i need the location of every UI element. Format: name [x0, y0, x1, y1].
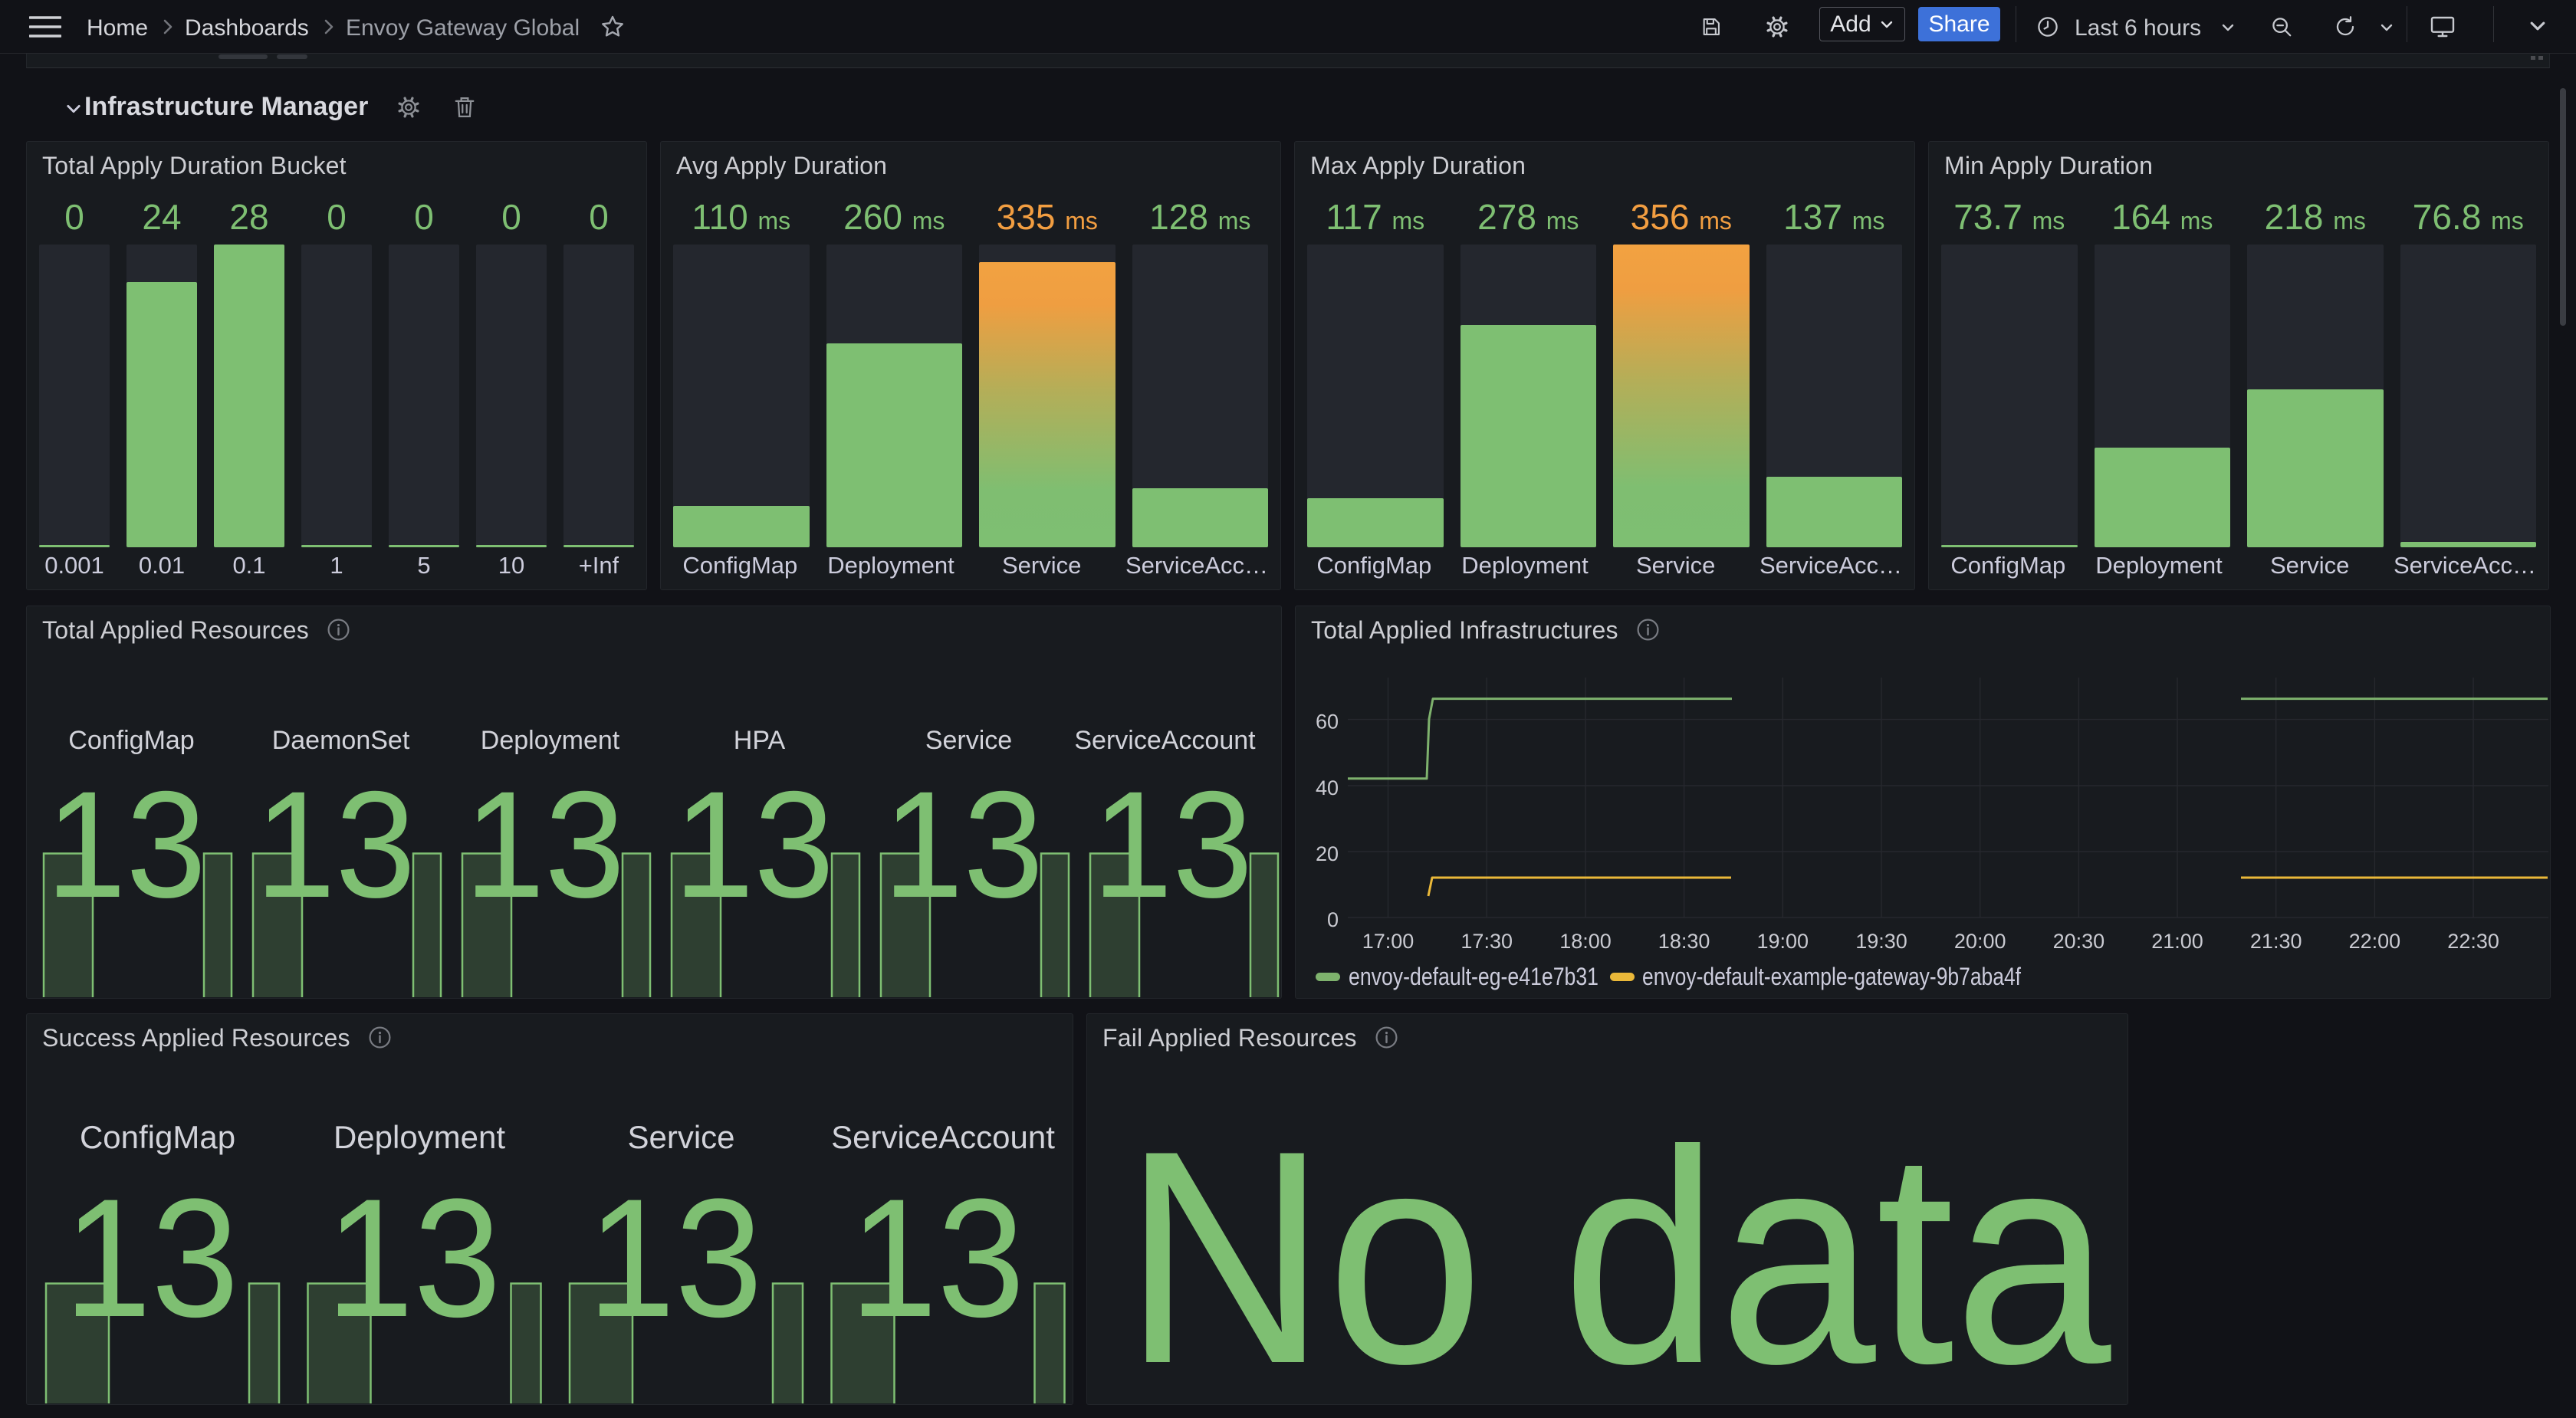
svg-text:22:30: 22:30: [2447, 930, 2499, 953]
svg-text:20:00: 20:00: [1954, 930, 2006, 953]
svg-text:17:30: 17:30: [1460, 930, 1513, 953]
svg-text:18:30: 18:30: [1658, 930, 1710, 953]
svg-text:20: 20: [1316, 842, 1339, 865]
svg-text:envoy-default-example-gateway-: envoy-default-example-gateway-9b7aba4f: [1642, 963, 2021, 990]
svg-text:22:00: 22:00: [2349, 930, 2401, 953]
svg-text:21:00: 21:00: [2151, 930, 2203, 953]
svg-text:20:30: 20:30: [2053, 930, 2105, 953]
svg-text:19:00: 19:00: [1757, 930, 1809, 953]
svg-text:17:00: 17:00: [1362, 930, 1414, 953]
svg-text:0: 0: [1327, 908, 1339, 931]
svg-text:40: 40: [1316, 776, 1339, 799]
svg-text:19:30: 19:30: [1855, 930, 1907, 953]
svg-text:21:30: 21:30: [2250, 930, 2302, 953]
svg-text:envoy-default-eg-e41e7b31: envoy-default-eg-e41e7b31: [1349, 963, 1598, 990]
svg-text:60: 60: [1316, 710, 1339, 733]
svg-text:18:00: 18:00: [1559, 930, 1612, 953]
